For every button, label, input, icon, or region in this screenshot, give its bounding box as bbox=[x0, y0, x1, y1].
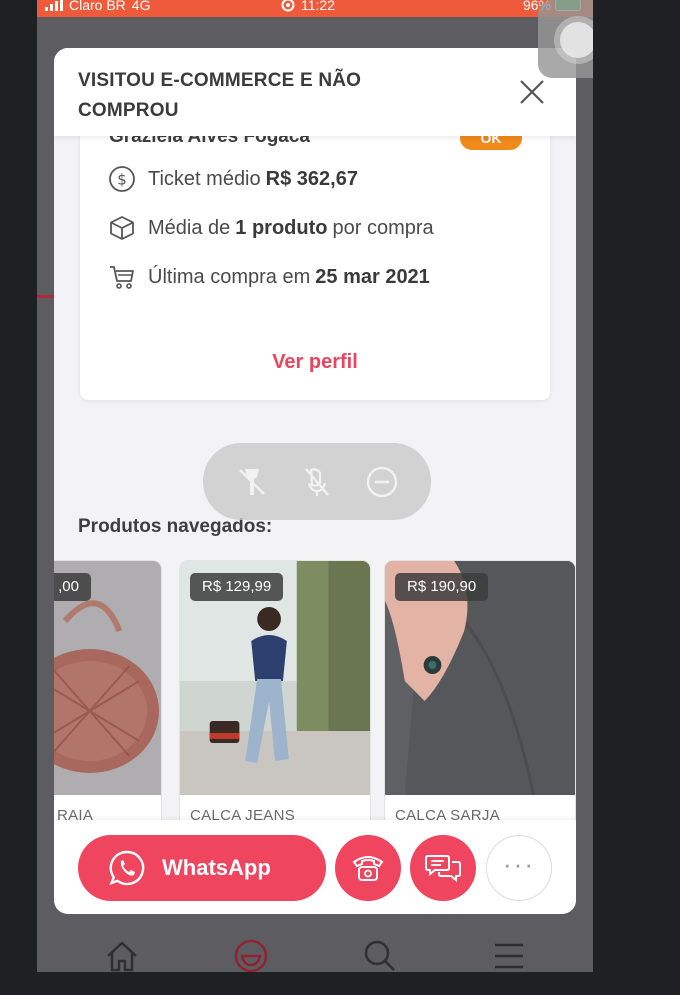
customer-card: Graziela Alves Fogaca OK $ Ticket médio … bbox=[80, 126, 550, 400]
ultima-label: Última compra em bbox=[148, 265, 311, 288]
signal-icon bbox=[45, 0, 63, 11]
modal-header: VISITOU E-COMMERCE E NÃO COMPROU bbox=[54, 48, 576, 136]
price-tag: ,00 bbox=[54, 573, 91, 601]
media-controls-overlay bbox=[203, 443, 431, 520]
product-card[interactable]: R$ 129,99 CALCA JEANS bbox=[179, 560, 371, 838]
product-card[interactable]: R$ 190,90 CALCA SARJA bbox=[384, 560, 576, 838]
ultima-compra-row: Última compra em 25 mar 2021 bbox=[108, 262, 430, 292]
price-tag: R$ 190,90 bbox=[395, 573, 489, 601]
more-options-button[interactable]: ··· bbox=[486, 835, 552, 901]
clock: 11:22 bbox=[281, 0, 335, 13]
media-prefix: Média de bbox=[148, 216, 231, 239]
chat-button[interactable] bbox=[410, 835, 476, 901]
home-icon[interactable] bbox=[102, 936, 142, 973]
do-not-disturb-icon[interactable] bbox=[365, 465, 399, 499]
ticket-medio-row: $ Ticket médio R$ 362,67 bbox=[108, 164, 358, 194]
close-icon[interactable] bbox=[516, 76, 548, 108]
location-icon bbox=[281, 0, 295, 12]
shopping-cart-icon bbox=[110, 266, 134, 289]
carrier-name: Claro BR bbox=[69, 0, 126, 13]
smile-icon[interactable] bbox=[231, 936, 271, 973]
search-icon[interactable] bbox=[360, 936, 400, 973]
box-icon bbox=[110, 216, 134, 240]
ultima-value: 25 mar 2021 bbox=[315, 265, 430, 288]
network-type: 4G bbox=[131, 0, 151, 13]
menu-icon[interactable] bbox=[489, 936, 529, 973]
bottom-nav bbox=[37, 922, 593, 972]
product-card[interactable]: ,00 RAIA bbox=[54, 560, 162, 838]
flashlight-off-icon[interactable] bbox=[235, 465, 269, 499]
whatsapp-icon bbox=[109, 850, 145, 886]
ticket-value: R$ 362,67 bbox=[265, 167, 358, 190]
background-accent-line bbox=[37, 295, 55, 298]
media-produtos-row: Média de 1 produto por compra bbox=[108, 213, 434, 243]
phone-call-button[interactable] bbox=[335, 835, 401, 901]
time-text: 11:22 bbox=[301, 0, 335, 13]
assistive-touch-button[interactable] bbox=[538, 0, 593, 78]
phone-icon bbox=[352, 856, 384, 881]
whatsapp-button[interactable]: WhatsApp bbox=[78, 835, 326, 901]
status-bar: Claro BR 4G 11:22 96% bbox=[37, 0, 593, 17]
whatsapp-label: WhatsApp bbox=[162, 855, 271, 880]
modal-title: VISITOU E-COMMERCE E NÃO COMPROU bbox=[78, 70, 362, 121]
ver-perfil-link[interactable]: Ver perfil bbox=[80, 351, 550, 374]
ticket-label: Ticket médio bbox=[148, 167, 261, 190]
media-value: 1 produto bbox=[235, 216, 328, 239]
modal-footer: WhatsApp ··· bbox=[54, 820, 576, 914]
mute-icon[interactable] bbox=[300, 465, 334, 499]
svg-text:$: $ bbox=[117, 171, 127, 189]
media-suffix: por compra bbox=[332, 216, 434, 239]
dollar-coin-icon: $ bbox=[109, 166, 135, 192]
more-icon: ··· bbox=[503, 849, 535, 879]
chat-bubbles-icon bbox=[425, 855, 461, 883]
carrier-info: Claro BR 4G bbox=[45, 0, 150, 13]
price-tag: R$ 129,99 bbox=[190, 573, 284, 601]
